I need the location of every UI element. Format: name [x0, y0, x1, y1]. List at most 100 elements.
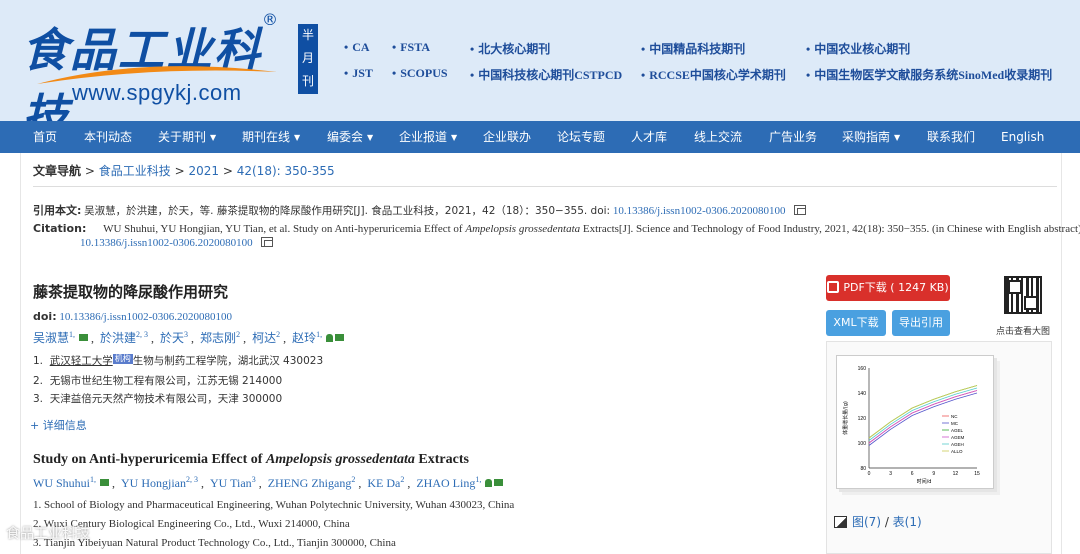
institution-badge[interactable]: 机构 — [112, 354, 133, 364]
breadcrumb-label: 文章导航 — [33, 164, 82, 178]
citation-en-doi-row: 10.13386/j.issn1002-0306.2020080100 — [80, 237, 274, 249]
nav-item-news[interactable]: 本刊动态 — [84, 121, 132, 153]
tables-link[interactable]: 表(1) — [893, 515, 922, 529]
registered-mark: ® — [262, 10, 278, 29]
author-affil-sup: 2, 3 — [136, 330, 149, 339]
nav-item-purchase-guide[interactable]: 采购指南 ▼ — [842, 121, 900, 153]
author-link[interactable]: WU Shuhui — [33, 476, 90, 490]
author-link[interactable]: 赵玲 — [292, 331, 316, 345]
thumb-x-tick: 3 — [889, 471, 892, 477]
authors-en: WU Shuhui1, , YU Hongjian2, 3, YU Tian3,… — [33, 475, 504, 491]
index-item: • RCCSE中国核心学术期刊 — [641, 68, 786, 82]
doi-link[interactable]: 10.13386/j.issn1002-0306.2020080100 — [59, 311, 232, 323]
affiliation-link[interactable]: 武汉轻工大学 — [50, 355, 113, 367]
citation-cn-label: 引用本文: — [33, 204, 82, 217]
author-link[interactable]: 柯达 — [252, 331, 276, 345]
citation-en-text: WU Shuhui, YU Hongjian, YU Tian, et al. … — [103, 223, 463, 235]
author-link[interactable]: KE Da — [367, 476, 400, 490]
nav-item-online[interactable]: 期刊在线 ▼ — [242, 121, 300, 153]
nav-item-contact[interactable]: 联系我们 — [927, 121, 975, 153]
xml-download-button[interactable]: XML下载 — [826, 310, 886, 336]
breadcrumb-issue-link[interactable]: 42(18): 350-355 — [237, 164, 335, 178]
nav-item-english[interactable]: English — [1001, 121, 1044, 153]
export-citation-button[interactable]: 导出引用 — [892, 310, 950, 336]
authors-cn: 吴淑慧1, , 於洪建2, 3, 於天3, 郑志刚2, 柯达2, 赵玲1, — [33, 329, 345, 346]
breadcrumb-separator: > — [222, 164, 233, 178]
thumb-x-tick: 6 — [911, 471, 914, 477]
mail-icon[interactable] — [335, 334, 345, 341]
doi-label: doi: — [33, 310, 57, 323]
image-icon — [834, 516, 847, 528]
breadcrumb-separator: > — [84, 164, 95, 178]
figure-table-links: 图(7) / 表(1) — [834, 513, 922, 530]
nav-item-talent[interactable]: 人才库 — [631, 121, 667, 153]
chevron-down-icon: ▼ — [210, 133, 217, 142]
thumb-x-tick: 15 — [974, 471, 980, 477]
frequency-char: 月 — [301, 51, 314, 65]
thumb-legend-label: NC — [951, 414, 958, 419]
author-link[interactable]: ZHAO Ling — [416, 476, 475, 490]
index-item: • 中国生物医学文献服务系统SinoMed收录期刊 — [806, 68, 1053, 82]
thumb-x-tick: 0 — [868, 471, 871, 477]
mail-icon[interactable] — [79, 334, 89, 341]
qr-code-image[interactable] — [1004, 276, 1042, 314]
article-title-cn: 藤茶提取物的降尿酸作用研究 — [33, 283, 229, 301]
author-affil-sup: 2 — [236, 330, 241, 339]
figure-thumbnail[interactable]: 160 140 120 100 80 0 3 6 9 12 15 时间/d 体重增长量/(g) NC MC A… — [836, 355, 994, 489]
nav-item-enterprise-report[interactable]: 企业报道 ▼ — [399, 121, 457, 153]
author-link[interactable]: YU Hongjian — [121, 476, 186, 490]
mail-icon[interactable] — [494, 479, 504, 486]
thumb-y-tick: 120 — [858, 416, 867, 422]
copy-icon[interactable] — [261, 237, 274, 247]
author-affil-sup: 2 — [351, 475, 356, 484]
nav-item-about[interactable]: 关于期刊 ▼ — [158, 121, 216, 153]
author-link[interactable]: 於洪建 — [100, 331, 136, 345]
copy-icon[interactable] — [794, 205, 807, 215]
author-link[interactable]: YU Tian — [210, 476, 252, 490]
pdf-download-button[interactable]: PDF下载 ( 1247 KB) — [826, 275, 950, 301]
divider — [33, 186, 1057, 187]
citation-en-text: Extracts[J]. Science and Technology of F… — [582, 223, 1080, 235]
breadcrumb-journal-link[interactable]: 食品工业科技 — [99, 164, 171, 178]
breadcrumb-year-link[interactable]: 2021 — [188, 164, 219, 178]
mail-icon[interactable] — [100, 479, 109, 486]
thumb-x-tick: 9 — [932, 471, 935, 477]
author-affil-sup: 3 — [251, 475, 256, 484]
nav-item-enterprise-joint[interactable]: 企业联办 — [483, 121, 531, 153]
index-item: • JST — [344, 66, 373, 80]
author-affil-sup: 1, — [90, 475, 98, 484]
thumb-legend-label: ALLO — [951, 449, 963, 454]
author-link[interactable]: 於天 — [160, 331, 184, 345]
author-link[interactable]: 吴淑慧 — [33, 331, 69, 345]
pdf-icon — [827, 281, 840, 293]
nav-item-forum[interactable]: 论坛专题 — [557, 121, 605, 153]
nav-item-online-exchange[interactable]: 线上交流 — [694, 121, 742, 153]
nav-item-advertising[interactable]: 广告业务 — [769, 121, 817, 153]
nav-item-home[interactable]: 首页 — [33, 121, 57, 153]
author-link[interactable]: 郑志刚 — [200, 331, 236, 345]
figures-link[interactable]: 图(7) — [852, 515, 881, 529]
author-affil-sup: 2 — [400, 475, 405, 484]
thumb-y-label: 体重增长量/(g) — [842, 401, 849, 435]
author-link[interactable]: ZHENG Zhigang — [268, 476, 352, 490]
site-logo[interactable]: 食品工业科技 ® www.spgykj.com — [22, 10, 282, 143]
thumb-legend-label: MC — [951, 421, 959, 426]
chevron-down-icon: ▼ — [367, 133, 374, 142]
logo-url: www.spgykj.com — [72, 80, 242, 105]
citation-doi-link[interactable]: 10.13386/j.issn1002-0306.2020080100 — [613, 205, 786, 217]
nav-item-editorial[interactable]: 编委会 ▼ — [327, 121, 373, 153]
chevron-down-icon: ▼ — [894, 133, 901, 142]
index-item: • 中国科技核心期刊CSTPCD — [470, 68, 623, 82]
author-affil-sup: 1, — [69, 330, 78, 339]
citation-en-doi-link[interactable]: 10.13386/j.issn1002-0306.2020080100 — [80, 237, 253, 249]
corresponding-author-icon — [485, 479, 493, 487]
figure-thumbnail-chart: 160 140 120 100 800 3 6 9 12 15 时间/d 体重增长量/(g) NC MC A… — [842, 366, 980, 485]
corresponding-author-icon — [326, 334, 334, 342]
details-toggle[interactable]: + 详细信息 — [30, 417, 87, 433]
citation-en-label: Citation: — [33, 222, 87, 235]
frequency-char: 刊 — [301, 74, 314, 88]
breadcrumb-separator: > — [174, 164, 185, 178]
qr-code-label[interactable]: 点击查看大图 — [996, 324, 1050, 337]
main-nav: 首页 本刊动态 关于期刊 ▼ 期刊在线 ▼ 编委会 ▼ 企业报道 ▼ 企业联办 论坛专题… — [0, 121, 1080, 153]
author-affil-sup: 3 — [184, 330, 189, 339]
